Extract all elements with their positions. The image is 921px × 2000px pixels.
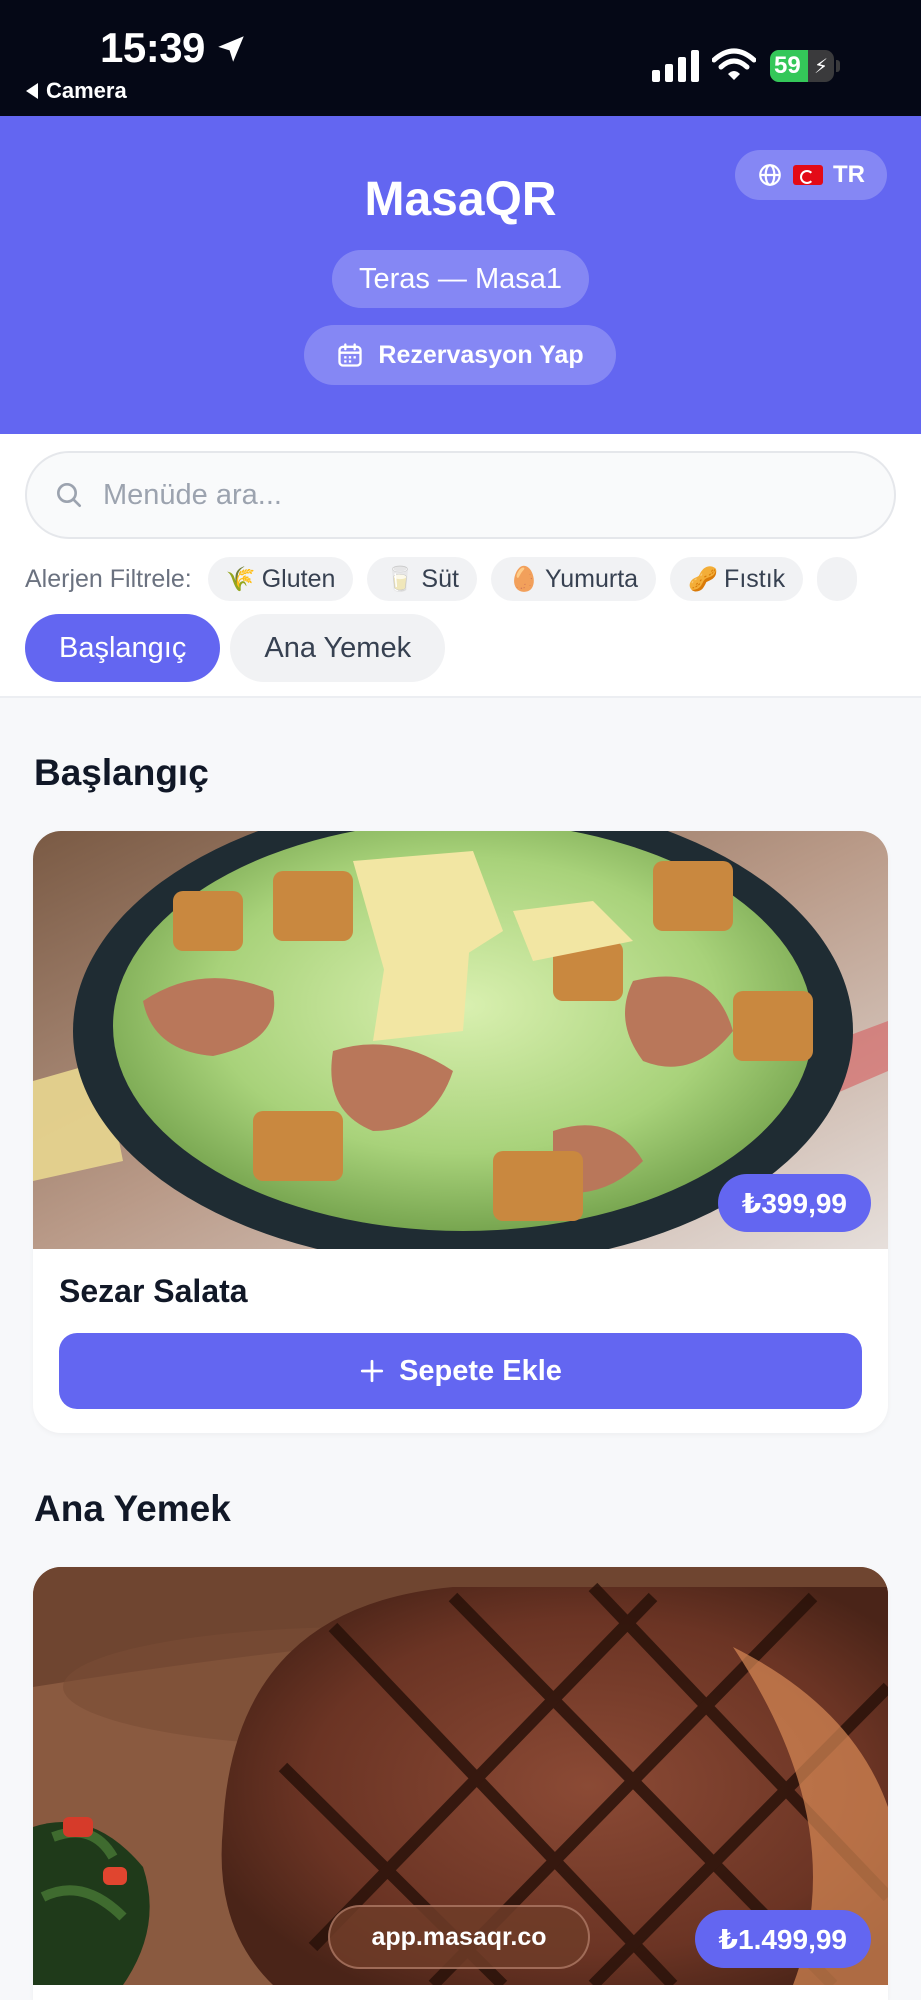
status-bar: 15:39 Camera 59 ⚡ xyxy=(0,0,921,116)
price-badge: ₺1.499,99 xyxy=(694,1910,871,1968)
menu-filter-panel: Alerjen Filtrele: 🌾 Gluten 🥛 Süt 🥚 Yumur… xyxy=(0,434,921,698)
charging-bolt-icon: ⚡ xyxy=(814,56,829,78)
reservation-label: Rezervasyon Yap xyxy=(378,340,584,369)
back-to-camera-link[interactable]: Camera xyxy=(26,78,127,104)
tab-baslangic[interactable]: Başlangıç xyxy=(25,614,221,682)
battery-charging-icon: 59 ⚡ xyxy=(770,50,834,82)
section-title-ana-yemek: Ana Yemek xyxy=(34,1488,231,1529)
search-icon xyxy=(57,483,81,507)
brand-title: MasaQR xyxy=(364,173,557,226)
reservation-button[interactable]: Rezervasyon Yap xyxy=(304,325,616,385)
category-tabs: Başlangıç Ana Yemek xyxy=(25,614,446,682)
menu-item-card[interactable]: ₺399,99 Sezar Salata Sepete Ekle xyxy=(33,831,888,1433)
allergen-chip-label: Gluten xyxy=(261,564,336,593)
price-badge: ₺399,99 xyxy=(717,1174,871,1232)
browser-url-pill[interactable]: app.masaqr.co xyxy=(328,1905,590,1969)
table-badge: Teras — Masa1 xyxy=(332,250,589,308)
food-photo-caesar-salad: ₺399,99 xyxy=(33,831,888,1249)
allergen-chip-more[interactable] xyxy=(817,557,858,601)
wifi-icon xyxy=(712,48,756,80)
cellular-signal-icon xyxy=(652,50,699,82)
tab-ana-yemek[interactable]: Ana Yemek xyxy=(230,614,446,682)
calendar-icon xyxy=(338,343,363,367)
peanut-icon: 🥜 xyxy=(688,565,718,593)
allergen-chip-milk[interactable]: 🥛 Süt xyxy=(367,557,477,601)
clock: 15:39 xyxy=(100,24,205,71)
battery-cap xyxy=(836,60,840,72)
allergen-chip-peanut[interactable]: 🥜 Fıstık xyxy=(670,557,804,601)
allergen-chip-egg[interactable]: 🥚 Yumurta xyxy=(490,557,657,601)
location-arrow-icon xyxy=(218,36,244,62)
plus-icon xyxy=(360,1359,384,1383)
battery-level: 59 xyxy=(774,52,801,79)
wheat-icon: 🌾 xyxy=(225,565,256,593)
allergen-chip-label: Yumurta xyxy=(544,564,639,593)
add-to-cart-label: Sepete Ekle xyxy=(399,1354,562,1387)
allergen-chip-label: Fıstık xyxy=(724,564,786,593)
allergen-chip-gluten[interactable]: 🌾 Gluten xyxy=(207,557,354,601)
back-label: Camera xyxy=(46,78,127,103)
allergen-filter-row: Alerjen Filtrele: 🌾 Gluten 🥛 Süt 🥚 Yumur… xyxy=(25,556,921,602)
allergen-chip-label: Süt xyxy=(421,564,459,593)
search-input[interactable] xyxy=(103,478,843,512)
allergen-filter-label: Alerjen Filtrele: xyxy=(25,564,192,593)
item-name: Sezar Salata xyxy=(59,1273,248,1309)
restaurant-header: TR MasaQR Teras — Masa1 Rezervasyon Yap xyxy=(0,116,921,434)
back-triangle-icon xyxy=(26,83,38,99)
search-box[interactable] xyxy=(25,451,896,539)
add-to-cart-button[interactable]: Sepete Ekle xyxy=(59,1333,862,1409)
milk-icon: 🥛 xyxy=(385,565,416,593)
section-title-baslangic: Başlangıç xyxy=(34,752,209,793)
egg-icon: 🥚 xyxy=(508,565,539,593)
